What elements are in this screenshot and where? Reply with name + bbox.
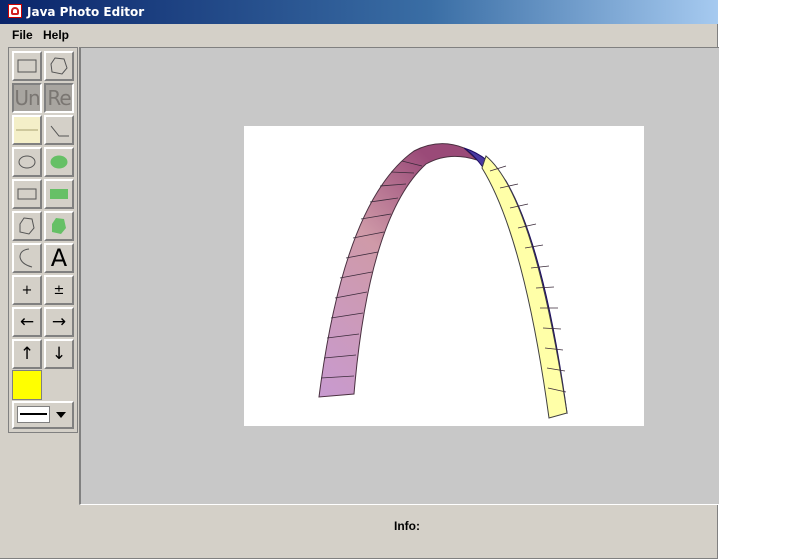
lasso-icon bbox=[50, 57, 68, 75]
status-bar: Info: bbox=[0, 506, 718, 559]
tool-palette: Un Re A + ± ← → ↑ ↓ bbox=[8, 47, 78, 433]
arrow-right-icon: → bbox=[51, 311, 67, 332]
move-up-button[interactable]: ↑ bbox=[12, 339, 42, 369]
ellipse-filled-icon bbox=[50, 155, 68, 169]
line-tool-button[interactable] bbox=[12, 115, 42, 145]
move-right-button[interactable]: → bbox=[44, 307, 74, 337]
image-panel[interactable] bbox=[244, 126, 644, 426]
select-freeform-button[interactable] bbox=[44, 51, 74, 81]
select-rect-icon bbox=[17, 59, 37, 73]
rectangle-tool-button[interactable] bbox=[12, 179, 42, 209]
info-label: Info: bbox=[394, 519, 420, 533]
ellipse-outline-icon bbox=[18, 155, 36, 169]
filled-polygon-tool-button[interactable] bbox=[44, 211, 74, 241]
arrow-down-icon: ↓ bbox=[51, 343, 67, 364]
freehand-icon bbox=[19, 248, 33, 268]
filled-ellipse-tool-button[interactable] bbox=[44, 147, 74, 177]
redo-button[interactable]: Re bbox=[44, 83, 74, 113]
redo-label: Re bbox=[47, 86, 71, 110]
rectangle-filled-icon bbox=[50, 189, 68, 199]
window-title: Java Photo Editor bbox=[27, 5, 145, 19]
chevron-down-icon[interactable] bbox=[56, 412, 66, 418]
freehand-tool-button[interactable] bbox=[12, 243, 42, 273]
undo-button[interactable]: Un bbox=[12, 83, 42, 113]
text-tool-label: A bbox=[50, 244, 68, 272]
move-down-button[interactable]: ↓ bbox=[44, 339, 74, 369]
filled-rectangle-tool-button[interactable] bbox=[44, 179, 74, 209]
menu-file[interactable]: File bbox=[12, 28, 33, 42]
canvas-area[interactable] bbox=[79, 47, 719, 505]
text-tool-button[interactable]: A bbox=[44, 243, 74, 273]
arrow-left-icon: ← bbox=[19, 311, 35, 332]
arch-image bbox=[318, 143, 568, 419]
polygon-filled-icon bbox=[52, 218, 66, 234]
polygon-tool-button[interactable] bbox=[12, 211, 42, 241]
zoom-in-icon: + bbox=[21, 282, 33, 298]
arrow-up-icon: ↑ bbox=[19, 343, 35, 364]
zoom-in-button[interactable]: + bbox=[12, 275, 42, 305]
zoom-out-button[interactable]: ± bbox=[44, 275, 74, 305]
app-window: Java Photo Editor File Help Un Re A + ± … bbox=[0, 0, 719, 559]
line-icon bbox=[16, 129, 38, 131]
zoom-out-icon: ± bbox=[53, 282, 65, 298]
ellipse-tool-button[interactable] bbox=[12, 147, 42, 177]
java-app-icon[interactable] bbox=[8, 4, 22, 18]
polyline-tool-button[interactable] bbox=[44, 115, 74, 145]
rectangle-outline-icon bbox=[17, 188, 37, 200]
polygon-outline-icon bbox=[19, 217, 35, 235]
title-bar[interactable]: Java Photo Editor bbox=[0, 0, 718, 24]
menu-help[interactable]: Help bbox=[43, 28, 69, 42]
undo-label: Un bbox=[14, 86, 40, 110]
menu-bar: File Help bbox=[0, 24, 718, 46]
color-picker-swatch[interactable] bbox=[12, 370, 42, 400]
stroke-preview bbox=[17, 406, 50, 423]
polyline-icon bbox=[50, 125, 69, 137]
select-rect-button[interactable] bbox=[12, 51, 42, 81]
move-left-button[interactable]: ← bbox=[12, 307, 42, 337]
stroke-style-dropdown[interactable] bbox=[12, 401, 74, 429]
